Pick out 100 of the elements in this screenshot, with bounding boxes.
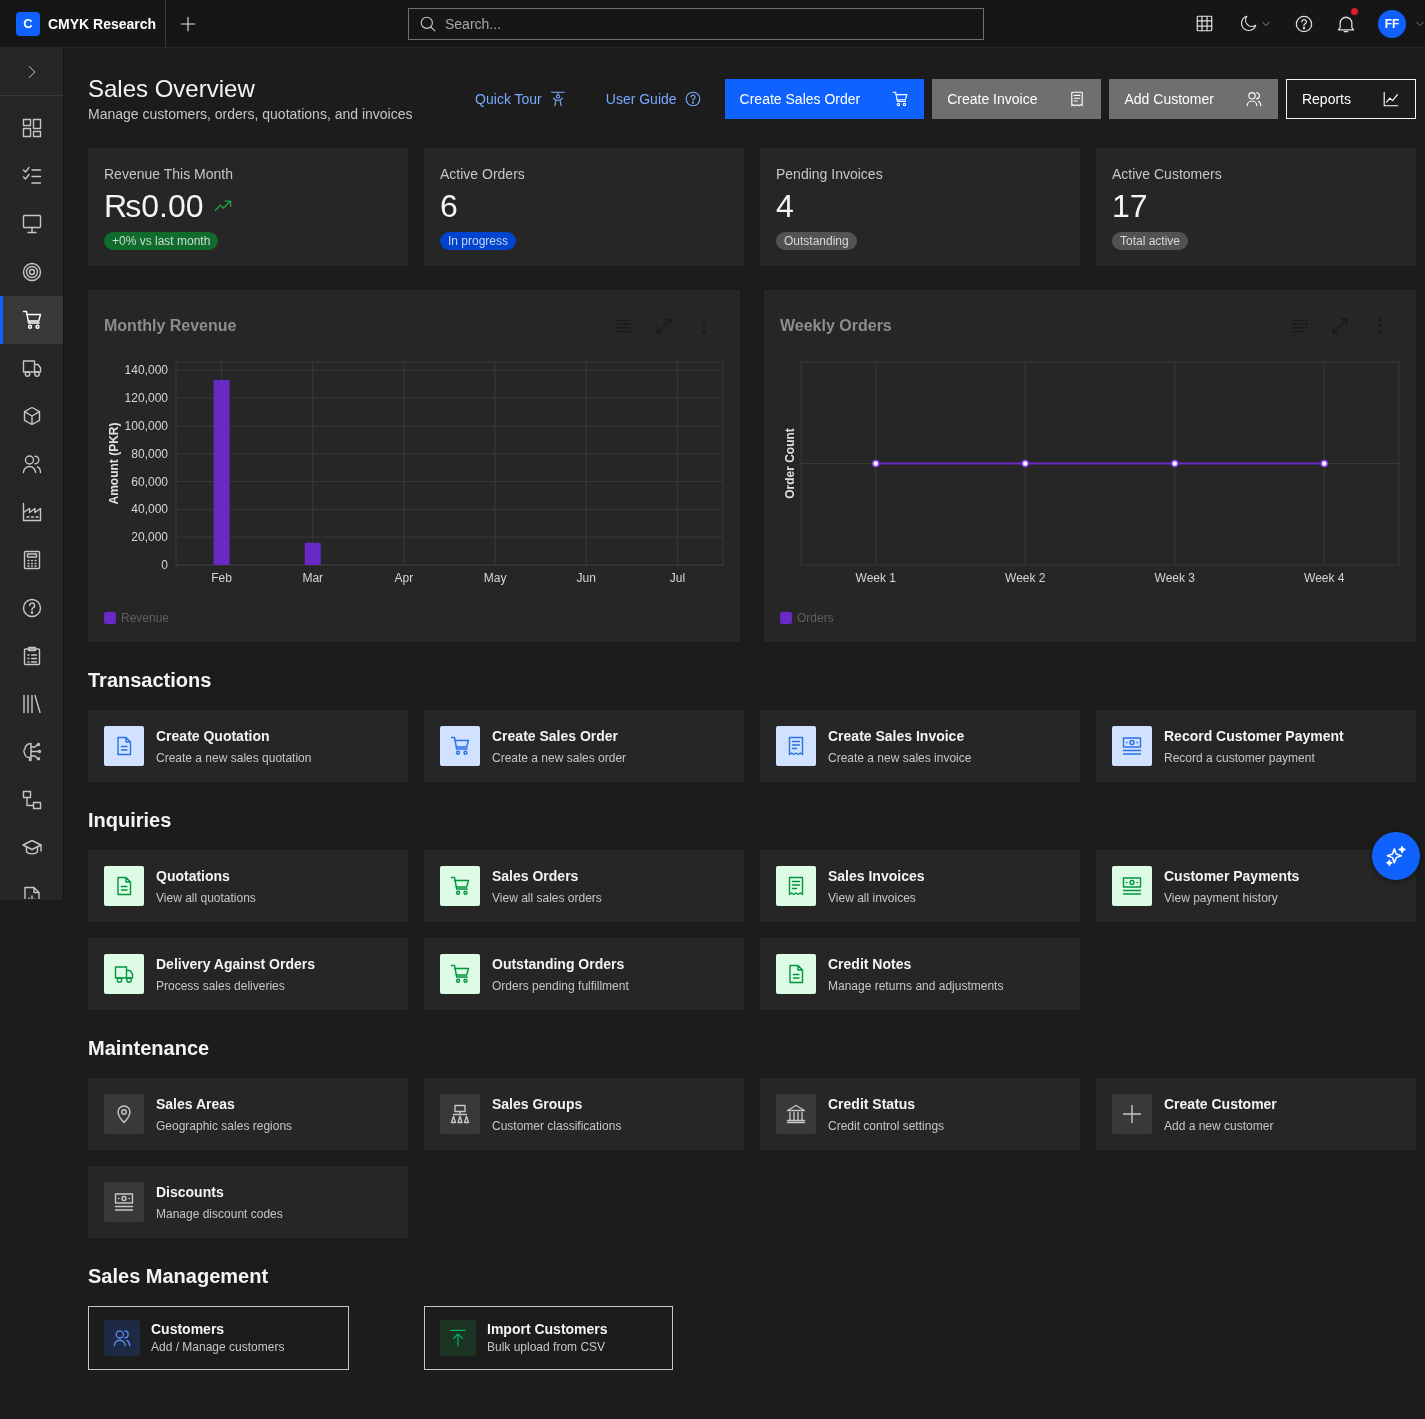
- card-description: Manage discount codes: [156, 1206, 283, 1222]
- card-description: View all sales orders: [492, 890, 602, 906]
- legend-swatch-icon: [780, 612, 792, 624]
- action-card[interactable]: Sales Areas Geographic sales regions: [88, 1078, 408, 1150]
- section-title: Sales Management: [88, 1264, 270, 1288]
- card-title: Sales Areas: [156, 1095, 236, 1114]
- presenter-icon: [549, 91, 566, 107]
- legend-label: Orders: [797, 611, 834, 625]
- card-title: Discounts: [156, 1183, 225, 1202]
- action-card[interactable]: Credit Notes Manage returns and adjustments: [760, 938, 1080, 1010]
- flowchart-icon: [21, 790, 42, 810]
- clipboard-icon: [21, 646, 42, 666]
- stat-value: 17: [1112, 187, 1148, 226]
- stat-value: ₨0.00: [104, 187, 204, 226]
- x-axis-label: Week 2: [1005, 571, 1046, 585]
- moon-icon[interactable]: [1240, 15, 1257, 32]
- stat-badge: Total active: [1112, 232, 1189, 250]
- document-chart-icon: [21, 886, 42, 899]
- action-card[interactable]: Record Customer Payment Record a customer payment: [1096, 710, 1416, 782]
- action-card[interactable]: Discounts Manage discount codes: [88, 1166, 408, 1238]
- card-description: Add / Manage customers: [151, 1339, 285, 1356]
- y-axis-tick-label: 20,000: [131, 530, 168, 545]
- y-axis-tick-label: 0: [161, 558, 168, 572]
- card-title: Credit Notes: [828, 955, 913, 974]
- link-card[interactable]: Import Customers Bulk upload from CSV: [424, 1306, 673, 1370]
- card-description: View all invoices: [828, 890, 917, 906]
- y-axis-title: Amount (PKR): [107, 422, 121, 505]
- calculator-icon: [21, 550, 42, 570]
- x-axis-label: Mar: [302, 571, 324, 585]
- target-icon: [21, 262, 42, 282]
- stat-value: 4: [776, 187, 794, 226]
- y-axis-tick-label: 40,000: [131, 502, 168, 517]
- action-card[interactable]: Outstanding Orders Orders pending fulfillment: [424, 938, 744, 1010]
- add-icon[interactable]: [180, 15, 196, 32]
- action-card[interactable]: Quotations View all quotations: [88, 850, 408, 922]
- outline-button[interactable]: Reports: [1285, 79, 1416, 119]
- x-axis-label: Feb: [211, 571, 232, 585]
- action-card[interactable]: Customer Payments View payment history: [1096, 850, 1416, 922]
- app-logo: C: [16, 11, 40, 36]
- x-axis-label: Week 1: [855, 571, 896, 585]
- receipt-icon: [1069, 91, 1086, 107]
- y-axis-tick-label: 120,000: [124, 391, 168, 406]
- caret-icon[interactable]: [1262, 19, 1270, 28]
- action-card[interactable]: Create Sales Order Create a new sales order: [424, 710, 744, 782]
- users-icon: [1245, 91, 1262, 107]
- stat-badge: Outstanding: [776, 232, 857, 250]
- action-card[interactable]: Sales Orders View all sales orders: [424, 850, 744, 922]
- search-field[interactable]: Search...: [408, 7, 984, 40]
- chart-point: [1320, 459, 1328, 468]
- brain-icon: [21, 742, 42, 762]
- card-title: Create Quotation: [156, 727, 271, 746]
- card-description: Geographic sales regions: [156, 1118, 293, 1134]
- action-card[interactable]: Credit Status Credit control settings: [760, 1078, 1080, 1150]
- card-description: Customer classifications: [492, 1118, 622, 1134]
- secondary-button[interactable]: Create Invoice: [932, 79, 1102, 119]
- x-axis-label: Jul: [669, 571, 686, 585]
- card-description: Bulk upload from CSV: [487, 1339, 607, 1356]
- section-title: Inquiries: [88, 808, 173, 832]
- secondary-button[interactable]: Add Customer: [1109, 79, 1278, 119]
- primary-button[interactable]: Create Sales Order: [724, 79, 925, 119]
- card-title: Sales Orders: [492, 867, 580, 886]
- card-title: Sales Invoices: [828, 867, 925, 886]
- section-title: Maintenance: [88, 1036, 211, 1060]
- card-description: Record a customer payment: [1164, 750, 1316, 766]
- x-axis-label: Jun: [576, 571, 596, 585]
- y-axis-tick-label: 100,000: [124, 418, 168, 433]
- header-link[interactable]: Quick Tour: [459, 79, 582, 119]
- chart-point: [1171, 459, 1179, 468]
- action-card[interactable]: Create Quotation Create a new sales quotation: [88, 710, 408, 782]
- action-card[interactable]: Sales Groups Customer classifications: [424, 1078, 744, 1150]
- checklist-icon: [21, 166, 42, 186]
- sidebar-item[interactable]: [0, 296, 63, 344]
- cube-icon: [21, 406, 42, 426]
- card-description: Credit control settings: [828, 1118, 945, 1134]
- card-description: Manage returns and adjustments: [828, 978, 1004, 994]
- help-icon: [21, 598, 42, 618]
- line-chart-icon: [1383, 91, 1399, 107]
- table-icon[interactable]: [1195, 15, 1213, 32]
- card-title: Delivery Against Orders: [156, 955, 315, 974]
- card-title: Record Customer Payment: [1164, 727, 1344, 746]
- y-axis-tick-label: 80,000: [131, 446, 168, 461]
- action-card[interactable]: Create Sales Invoice Create a new sales invoice: [760, 710, 1080, 782]
- chart-title: Weekly Orders: [780, 317, 892, 335]
- help-icon[interactable]: [1295, 14, 1313, 33]
- section-title: Transactions: [88, 668, 213, 692]
- users-icon: [21, 454, 42, 474]
- chart-point: [1021, 459, 1029, 468]
- action-card[interactable]: Create Customer Add a new customer: [1096, 1078, 1416, 1150]
- bell-icon[interactable]: [1337, 14, 1355, 33]
- header-link[interactable]: User Guide: [589, 79, 717, 119]
- help-icon: [684, 91, 701, 107]
- page-title: Sales Overview: [88, 74, 255, 104]
- link-card[interactable]: Customers Add / Manage customers: [88, 1306, 350, 1370]
- card-title: Sales Groups: [492, 1095, 584, 1114]
- y-axis-tick-label: 140,000: [124, 363, 168, 378]
- action-card[interactable]: Sales Invoices View all invoices: [760, 850, 1080, 922]
- user-avatar[interactable]: FF: [1378, 9, 1406, 38]
- action-card[interactable]: Delivery Against Orders Process sales deliveries: [88, 938, 408, 1010]
- card-title: Credit Status: [828, 1095, 917, 1114]
- assistant-button[interactable]: [1372, 832, 1420, 880]
